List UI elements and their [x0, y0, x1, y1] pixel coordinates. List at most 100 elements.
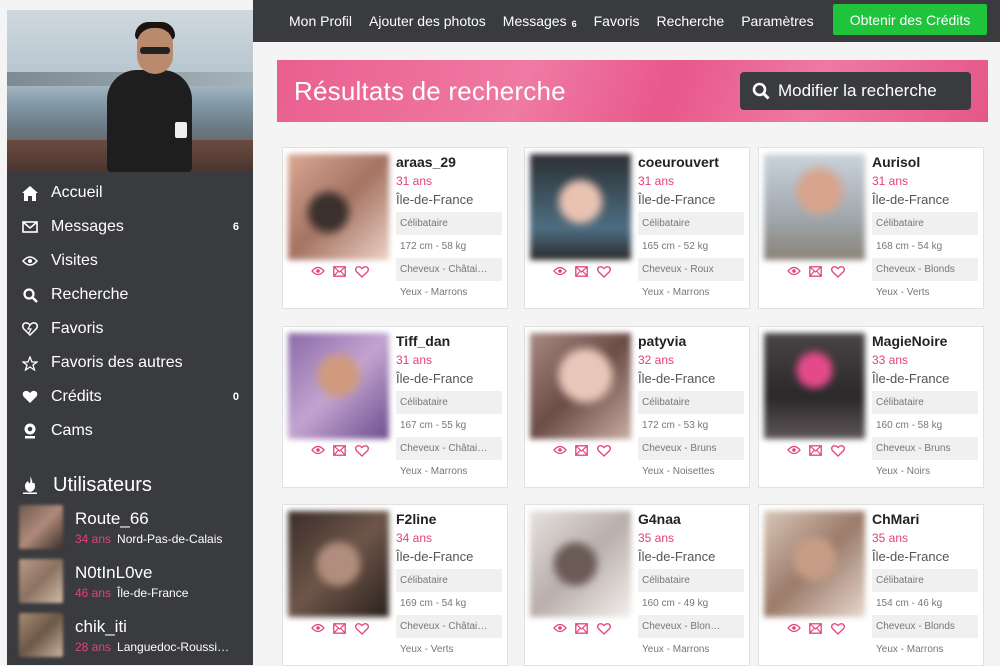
profile-photo[interactable] — [764, 511, 865, 617]
profile-photo[interactable] — [530, 154, 631, 260]
user-name: chik_iti — [75, 616, 127, 636]
profile-username[interactable]: coeurouvert — [638, 154, 744, 174]
profile-card[interactable]: MagieNoire 33 ans Île-de-France Célibata… — [758, 326, 984, 488]
profile-hair: Cheveux - Châtai… — [396, 615, 502, 638]
eye-icon[interactable] — [311, 266, 325, 278]
get-credits-button[interactable]: Obtenir des Crédits — [833, 4, 987, 35]
profile-photo[interactable] — [288, 511, 389, 617]
profile-photo[interactable] — [764, 154, 865, 260]
card-actions — [787, 445, 845, 457]
sidebar-item-recherche[interactable]: Recherche — [7, 278, 253, 312]
sidebar-item-label: Visites — [51, 252, 98, 269]
profile-card[interactable]: coeurouvert 31 ans Île-de-France Célibat… — [524, 147, 750, 309]
profile-age: 31 ans — [638, 174, 675, 188]
nav-link-label: Mon Profil — [289, 13, 353, 29]
profile-card[interactable]: araas_29 31 ans Île-de-France Célibatair… — [282, 147, 508, 309]
heart-outline-icon[interactable] — [831, 445, 845, 457]
profile-username[interactable]: Aurisol — [872, 154, 978, 174]
profile-card[interactable]: F2line 34 ans Île-de-France Célibataire … — [282, 504, 508, 666]
sidebar-item-favoris-des-autres[interactable]: Favoris des autres — [7, 346, 253, 380]
heart-outline-icon[interactable] — [831, 623, 845, 635]
star-heart-icon — [21, 354, 39, 372]
sidebar-item-label: Crédits — [51, 388, 102, 405]
user-list-item[interactable]: N0tInL0ve 46 ans Île-de-France — [7, 554, 253, 608]
profile-photo[interactable] — [7, 10, 253, 172]
envelope-icon[interactable] — [575, 266, 589, 278]
profile-username[interactable]: G4naa — [638, 511, 744, 531]
profile-status: Célibataire — [638, 391, 744, 414]
nav-link-mon-profil[interactable]: Mon Profil — [289, 13, 352, 29]
profile-card[interactable]: patyvia 32 ans Île-de-France Célibataire… — [524, 326, 750, 488]
eye-icon[interactable] — [311, 445, 325, 457]
modify-search-label: Modifier la recherche — [778, 81, 937, 100]
sidebar-item-accueil[interactable]: Accueil — [7, 176, 253, 210]
user-region: Nord-Pas-de-Calais — [117, 531, 223, 546]
nav-link-favoris[interactable]: Favoris — [594, 13, 640, 29]
profile-username[interactable]: ChMari — [872, 511, 978, 531]
nav-link-ajouter-photos[interactable]: Ajouter des photos — [369, 13, 486, 29]
profile-username[interactable]: araas_29 — [396, 154, 502, 174]
sidebar-item-label: Accueil — [51, 184, 103, 201]
user-age: 34 ans — [75, 531, 112, 546]
profile-eyes: Yeux - Verts — [400, 644, 454, 655]
avatar — [19, 559, 63, 603]
heart-outline-icon[interactable] — [597, 445, 611, 457]
eye-icon[interactable] — [787, 266, 801, 278]
sidebar-item-credits[interactable]: Crédits 0 — [7, 380, 253, 414]
user-list-item[interactable]: Route_66 34 ans Nord-Pas-de-Calais — [7, 500, 253, 554]
nav-link-messages[interactable]: Messages 6 — [503, 13, 577, 29]
sidebar-item-cams[interactable]: Cams — [7, 414, 253, 448]
envelope-icon[interactable] — [809, 445, 823, 457]
profile-card[interactable]: ChMari 35 ans Île-de-France Célibataire … — [758, 504, 984, 666]
profile-photo[interactable] — [530, 333, 631, 439]
eye-icon[interactable] — [553, 623, 567, 635]
profile-username[interactable]: F2line — [396, 511, 502, 531]
heart-outline-icon[interactable] — [597, 266, 611, 278]
profile-size: 168 cm - 54 kg — [876, 241, 943, 252]
profile-photo[interactable] — [288, 333, 389, 439]
envelope-icon[interactable] — [333, 266, 347, 278]
eye-icon[interactable] — [787, 623, 801, 635]
nav-link-parametres[interactable]: Paramètres — [741, 13, 813, 29]
heart-outline-icon[interactable] — [355, 445, 369, 457]
profile-username[interactable]: Tiff_dan — [396, 333, 502, 353]
profile-hair: Cheveux - Blon… — [638, 615, 744, 638]
heart-outline-icon[interactable] — [597, 623, 611, 635]
profile-photo[interactable] — [530, 511, 631, 617]
nav-link-recherche[interactable]: Recherche — [657, 13, 725, 29]
profile-username[interactable]: patyvia — [638, 333, 744, 353]
envelope-icon[interactable] — [809, 266, 823, 278]
envelope-icon[interactable] — [333, 623, 347, 635]
profile-hair: Cheveux - Blonds — [872, 615, 978, 638]
sidebar-item-messages[interactable]: Messages 6 — [7, 210, 253, 244]
profile-region: Île-de-France — [638, 549, 716, 564]
profile-card[interactable]: Aurisol 31 ans Île-de-France Célibataire… — [758, 147, 984, 309]
profile-hair: Cheveux - Bruns — [872, 437, 978, 460]
profile-card[interactable]: G4naa 35 ans Île-de-France Célibataire 1… — [524, 504, 750, 666]
modify-search-button[interactable]: Modifier la recherche — [740, 72, 971, 110]
eye-icon[interactable] — [553, 445, 567, 457]
profile-username[interactable]: MagieNoire — [872, 333, 978, 353]
sidebar-item-visites[interactable]: Visites — [7, 244, 253, 278]
eye-icon[interactable] — [787, 445, 801, 457]
profile-photo[interactable] — [764, 333, 865, 439]
user-list-item[interactable]: chik_iti 28 ans Languedoc-Roussi… — [7, 608, 253, 662]
eye-icon[interactable] — [311, 623, 325, 635]
search-icon — [752, 82, 770, 100]
eye-icon[interactable] — [553, 266, 567, 278]
envelope-icon[interactable] — [575, 445, 589, 457]
messages-count-badge: 6 — [571, 19, 577, 29]
profile-photo[interactable] — [288, 154, 389, 260]
heart-outline-icon[interactable] — [355, 623, 369, 635]
envelope-icon[interactable] — [333, 445, 347, 457]
heart-outline-icon[interactable] — [831, 266, 845, 278]
page-title: Résultats de recherche — [294, 76, 566, 106]
envelope-icon[interactable] — [575, 623, 589, 635]
sidebar-item-favoris[interactable]: Favoris — [7, 312, 253, 346]
profile-size: 165 cm - 52 kg — [642, 241, 709, 252]
heart-outline-icon[interactable] — [355, 266, 369, 278]
card-actions — [311, 623, 369, 635]
profile-card[interactable]: Tiff_dan 31 ans Île-de-France Célibatair… — [282, 326, 508, 488]
profile-size: 154 cm - 46 kg — [876, 598, 943, 609]
envelope-icon[interactable] — [809, 623, 823, 635]
